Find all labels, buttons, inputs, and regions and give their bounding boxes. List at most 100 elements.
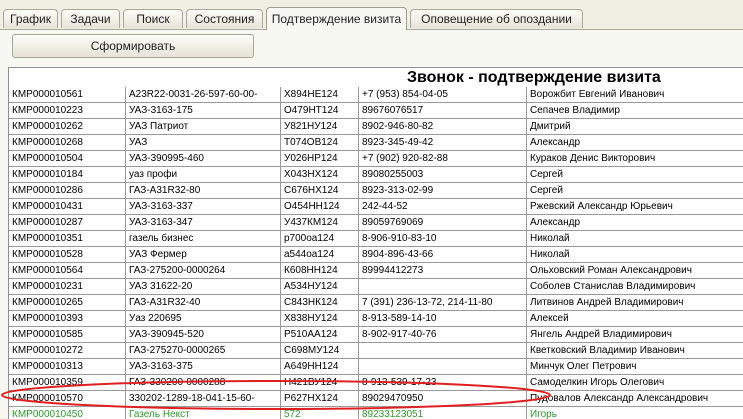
table-row[interactable]: КМР000010287 УАЗ-3163-347 У437КМ124 8905976… (9, 215, 743, 231)
table-row[interactable]: КМР000010528 УАЗ Фермер а544оа124 8904-896-… (9, 247, 743, 263)
table-row[interactable]: КМР000010268 УАЗ Т074ОВ124 8923-345-49-42 Ал… (9, 135, 743, 151)
cell-code: КМР000010359 (9, 375, 126, 391)
cell-code: КМР000010231 (9, 279, 126, 295)
cell-model: 330202-1289-18-041-15-60- (126, 391, 281, 407)
cell-plate: р700оа124 (281, 231, 359, 247)
table-row[interactable]: КМР000010265 ГАЗ-А31R32-40 С843НК124 7 (391… (9, 295, 743, 311)
cell-model: УАЗ-3163-375 (126, 359, 281, 375)
cell-plate: Х043НХ124 (281, 167, 359, 183)
table-row[interactable]: КМР000010351 газель бизнес р700оа124 8-906-… (9, 231, 743, 247)
cell-model: ГАЗ-275270-0000265 (126, 343, 281, 359)
cell-name: Ворожбит Евгений Иванович (527, 87, 743, 103)
cell-name: Сепачев Владимир (527, 103, 743, 119)
cell-name: Александр (527, 135, 743, 151)
cell-plate: К608НН124 (281, 263, 359, 279)
table-row[interactable]: КМР000010585 УАЗ-390945-520 Р510АА124 8-902… (9, 327, 743, 343)
cell-model: УАЗ-3163-347 (126, 215, 281, 231)
cell-name: Алексей (527, 311, 743, 327)
table-row[interactable]: КМР000010272 ГАЗ-275270-0000265 С698МУ124 К… (9, 343, 743, 359)
cell-phone: 89080255003 (359, 167, 527, 183)
cell-phone: 8923-345-49-42 (359, 135, 527, 151)
table-row[interactable]: КМР000010313 УАЗ-3163-375 А649НН124 Минчук … (9, 359, 743, 375)
tab-states[interactable]: Состояния (186, 9, 263, 28)
cell-phone (359, 343, 527, 359)
cell-plate: 572 (281, 407, 359, 419)
cell-phone: 89059769069 (359, 215, 527, 231)
tab-schedule[interactable]: График (3, 9, 58, 28)
cell-phone (359, 279, 527, 295)
cell-model: УАЗ Фермер (126, 247, 281, 263)
tab-bar: График Задачи Поиск Состояния Подтвержде… (0, 0, 743, 30)
cell-plate: С676НХ124 (281, 183, 359, 199)
generate-button[interactable]: Сформировать (12, 34, 254, 58)
cell-name: Ржевский Александр Юрьевич (527, 199, 743, 215)
tab-search[interactable]: Поиск (123, 9, 183, 28)
cell-name: Николай (527, 231, 743, 247)
cell-code: КМР000010265 (9, 295, 126, 311)
cell-code: КМР000010450 (9, 407, 126, 419)
cell-code: КМР000010431 (9, 199, 126, 215)
table-row[interactable]: КМР000010504 УАЗ-390995-460 У026НР124 +7 (9… (9, 151, 743, 167)
cell-phone (359, 359, 527, 375)
cell-name: Игорь (527, 407, 743, 419)
cell-code: КМР000010570 (9, 391, 126, 407)
table-row[interactable]: КМР000010431 УАЗ-3163-337 О454НН124 242-44-… (9, 199, 743, 215)
report-sheet[interactable]: Звонок - подтверждение визита КМР0000105… (8, 67, 743, 419)
cell-plate: О454НН124 (281, 199, 359, 215)
cell-plate: Т074ОВ124 (281, 135, 359, 151)
table-row[interactable]: КМР000010262 УАЗ Патриот У821НУ124 8902-946… (9, 119, 743, 135)
table-row[interactable]: КМР000010359 ГАЗ-330200-0000288 Н421ВУ124 8… (9, 375, 743, 391)
tab-tasks[interactable]: Задачи (61, 9, 120, 28)
table-row[interactable]: КМР000010564 ГАЗ-275200-0000264 К608НН124 8… (9, 263, 743, 279)
table-row[interactable]: КМР000010286 ГАЗ-А31R32-80 С676НХ124 8923-3… (9, 183, 743, 199)
table-row[interactable]: КМР000010184 уаз профи Х043НХ124 8908025500… (9, 167, 743, 183)
table-row[interactable]: КМР000010393 Уаз 220695 Х838НУ124 8-913-589… (9, 311, 743, 327)
cell-phone: 8904-896-43-66 (359, 247, 527, 263)
cell-phone: 7 (391) 236-13-72, 214-11-80 (359, 295, 527, 311)
table-row[interactable]: КМР000010561 A23R22-0031-26-597-60-00- Х89… (9, 87, 743, 103)
cell-name: Ольховский Роман Александрович (527, 263, 743, 279)
table-row[interactable]: КМР000010231 УАЗ 31622-20 А534НУ124 Соболев… (9, 279, 743, 295)
cell-phone: 8-913-589-14-10 (359, 311, 527, 327)
table-row[interactable]: КМР000010450 Газель Некст 572 89233123051 Иг… (9, 407, 743, 419)
cell-model: ГАЗ-330200-0000288 (126, 375, 281, 391)
cell-code: КМР000010268 (9, 135, 126, 151)
cell-phone: 89994412273 (359, 263, 527, 279)
cell-model: ГАЗ-275200-0000264 (126, 263, 281, 279)
cell-phone: 8923-313-02-99 (359, 183, 527, 199)
cell-model: УАЗ-3163-337 (126, 199, 281, 215)
cell-plate: Х838НУ124 (281, 311, 359, 327)
cell-code: КМР000010287 (9, 215, 126, 231)
cell-name: Сергей (527, 183, 743, 199)
cell-name: Янгель Андрей Владимирович (527, 327, 743, 343)
cell-model: газель бизнес (126, 231, 281, 247)
cell-code: КМР000010564 (9, 263, 126, 279)
tab-visit-confirmation[interactable]: Подтверждение визита (266, 7, 407, 30)
cell-code: КМР000010504 (9, 151, 126, 167)
cell-name: Литвинов Андрей Владимирович (527, 295, 743, 311)
table-row[interactable]: КМР000010223 УАЗ-3163-175 О479НТ124 8967607… (9, 103, 743, 119)
cell-plate: Р627НХ124 (281, 391, 359, 407)
tab-late-notification[interactable]: Оповещение об опоздании (410, 9, 583, 28)
cell-code: КМР000010262 (9, 119, 126, 135)
cell-phone: +7 (902) 920-82-88 (359, 151, 527, 167)
cell-phone: 8-902-917-40-76 (359, 327, 527, 343)
cell-phone: +7 (953) 854-04-05 (359, 87, 527, 103)
cell-plate: О479НТ124 (281, 103, 359, 119)
cell-code: КМР000010393 (9, 311, 126, 327)
cell-code: КМР000010223 (9, 103, 126, 119)
cell-plate: а544оа124 (281, 247, 359, 263)
report-title: Звонок - подтверждение визита (407, 69, 661, 86)
cell-name: Пудовалов Александр Александрович (527, 391, 743, 407)
cell-model: Газель Некст (126, 407, 281, 419)
cell-model: Уаз 220695 (126, 311, 281, 327)
table-row[interactable]: КМР000010570 330202-1289-18-041-15-60- Р62… (9, 391, 743, 407)
cell-plate: С698МУ124 (281, 343, 359, 359)
cell-plate: У026НР124 (281, 151, 359, 167)
cell-model: A23R22-0031-26-597-60-00- (126, 87, 281, 103)
cell-code: КМР000010286 (9, 183, 126, 199)
cell-phone: 8-906-910-83-10 (359, 231, 527, 247)
cell-code: КМР000010272 (9, 343, 126, 359)
cell-plate: А534НУ124 (281, 279, 359, 295)
cell-code: КМР000010184 (9, 167, 126, 183)
